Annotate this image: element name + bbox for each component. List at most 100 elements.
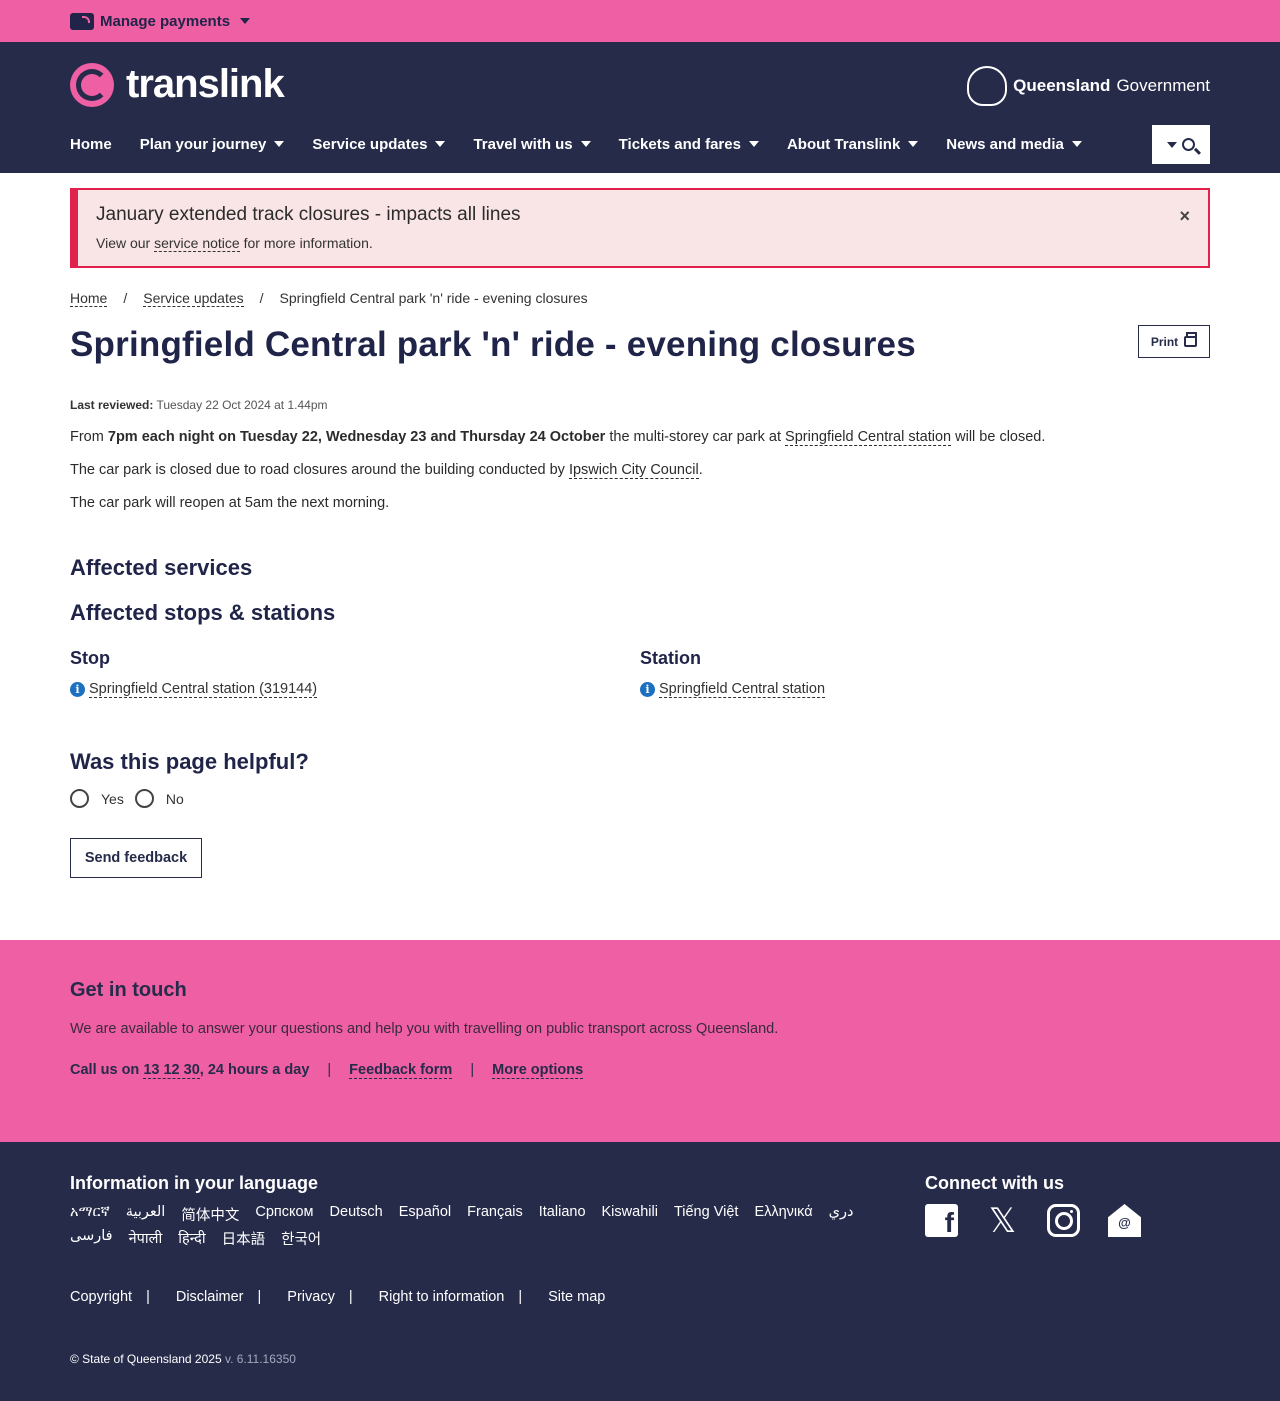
footer-link-site-map[interactable]: Site map xyxy=(548,1289,605,1305)
language-link[interactable]: العربية xyxy=(126,1204,166,1225)
stop-heading: Stop xyxy=(70,648,110,668)
language-link[interactable]: Kiswahili xyxy=(602,1204,658,1225)
nav-item-plan-your-journey[interactable]: Plan your journey xyxy=(140,136,285,153)
feedback-form-link[interactable]: Feedback form xyxy=(349,1062,453,1079)
p2-end: . xyxy=(698,462,703,478)
stop-item: i Springfield Central station (319144) xyxy=(70,681,640,698)
nav-item-about-translink[interactable]: About Translink xyxy=(787,136,919,153)
alert-body-prefix: View our xyxy=(96,235,151,251)
nav-item-news-and-media[interactable]: News and media xyxy=(946,136,1082,153)
springfield-central-station-link[interactable]: Springfield Central station xyxy=(785,429,952,446)
more-options-link[interactable]: More options xyxy=(492,1062,584,1079)
footer-link-privacy[interactable]: Privacy xyxy=(287,1289,335,1305)
site-footer: Information in your language አማርኛ العربية… xyxy=(0,1142,1280,1401)
last-reviewed: Last reviewed: Tuesday 22 Oct 2024 at 1.… xyxy=(70,398,1210,412)
no-radio[interactable] xyxy=(134,789,154,808)
footer-link-disclaimer[interactable]: Disclaimer xyxy=(176,1289,244,1305)
printer-icon xyxy=(1184,332,1198,347)
separator: | xyxy=(327,1062,332,1078)
service-notice-link[interactable]: service notice xyxy=(154,235,240,252)
get-in-touch-text: We are available to answer your question… xyxy=(70,1021,779,1037)
email-icon[interactable]: @ xyxy=(1108,1204,1141,1237)
station-link[interactable]: Springfield Central station xyxy=(659,681,826,698)
contact-links: Call us on 13 12 30, 24 hours a day | Fe… xyxy=(70,1062,1210,1079)
ipswich-city-council-link[interactable]: Ipswich City Council xyxy=(568,462,699,479)
language-link[interactable]: नेपाली xyxy=(129,1228,163,1249)
info-icon[interactable]: i xyxy=(70,682,85,697)
last-reviewed-value: Tuesday 22 Oct 2024 at 1.44pm xyxy=(156,398,328,412)
footer-link-right-to-information[interactable]: Right to information xyxy=(379,1289,505,1305)
last-reviewed-label: Last reviewed: xyxy=(70,398,154,412)
language-link[interactable]: हिन्दी xyxy=(178,1228,205,1249)
stop-link[interactable]: Springfield Central station (319144) xyxy=(89,681,318,698)
search-button[interactable] xyxy=(1152,125,1210,164)
breadcrumb-separator: / xyxy=(123,290,128,306)
nav-item-tickets-and-fares[interactable]: Tickets and fares xyxy=(619,136,759,153)
send-feedback-button[interactable]: Send feedback xyxy=(70,838,202,878)
x-twitter-icon[interactable]: 𝕏 xyxy=(986,1201,1019,1241)
facebook-icon[interactable]: f xyxy=(925,1204,958,1237)
language-link[interactable]: Italiano xyxy=(539,1204,586,1225)
main-content: January extended track closures - impact… xyxy=(70,188,1210,878)
language-link[interactable]: Tiếng Việt xyxy=(674,1204,739,1225)
p1-mid: the multi-storey car park at xyxy=(609,429,782,445)
stop-column: Stop i Springfield Central station (3191… xyxy=(70,648,640,698)
copyright-text: © State of Queensland 2025 xyxy=(70,1352,222,1366)
service-alert: January extended track closures - impact… xyxy=(70,188,1210,268)
nav-item-service-updates[interactable]: Service updates xyxy=(312,136,446,153)
connect-heading: Connect with us xyxy=(925,1173,1064,1193)
language-link[interactable]: 简体中文 xyxy=(181,1204,239,1225)
language-link[interactable]: دري xyxy=(829,1204,854,1225)
nav-item-travel-with-us[interactable]: Travel with us xyxy=(473,136,591,153)
breadcrumb-service-updates[interactable]: Service updates xyxy=(143,290,244,307)
close-icon[interactable]: × xyxy=(1179,206,1190,227)
language-heading: Information in your language xyxy=(70,1173,319,1193)
language-link[interactable]: Deutsch xyxy=(330,1204,383,1225)
station-heading: Station xyxy=(640,648,701,668)
go-card-icon xyxy=(70,12,94,30)
version-text: v. 6.11.16350 xyxy=(224,1352,296,1366)
language-link[interactable]: አማርኛ xyxy=(70,1204,110,1225)
breadcrumb-separator: / xyxy=(259,290,264,306)
chevron-down-icon xyxy=(240,18,251,24)
phone-link[interactable]: 13 12 30 xyxy=(143,1062,200,1079)
language-link[interactable]: Español xyxy=(399,1204,451,1225)
logo-text: translink xyxy=(126,62,285,106)
paragraph-reopen: The car park will reopen at 5am the next… xyxy=(70,495,390,511)
yes-label[interactable]: Yes xyxy=(101,791,124,807)
social-links: f 𝕏 @ xyxy=(925,1201,1141,1241)
p1-from: From xyxy=(70,429,104,445)
breadcrumb-home[interactable]: Home xyxy=(70,290,108,307)
info-icon[interactable]: i xyxy=(640,682,655,697)
breadcrumb-current: Springfield Central park 'n' ride - even… xyxy=(279,290,588,306)
site-header: translink Queensland Government Home Plan… xyxy=(0,42,1280,173)
page-title: Springfield Central park 'n' ride - even… xyxy=(70,325,916,364)
chevron-down-icon xyxy=(580,141,591,147)
print-button[interactable]: Print xyxy=(1138,325,1210,358)
yes-radio[interactable] xyxy=(70,789,89,808)
language-link[interactable]: Српском xyxy=(255,1204,313,1225)
alert-body: View our service notice for more informa… xyxy=(96,235,1208,252)
call-prefix: Call us on xyxy=(70,1062,140,1078)
manage-payments-label: Manage payments xyxy=(100,12,231,30)
instagram-icon[interactable] xyxy=(1047,1204,1080,1237)
footer-links: Copyright | Disclaimer | Privacy | Right to in… xyxy=(70,1289,605,1305)
manage-payments-menu[interactable]: Manage payments xyxy=(70,12,251,30)
footer-link-copyright[interactable]: Copyright xyxy=(70,1289,132,1305)
nav-item-home[interactable]: Home xyxy=(70,136,112,153)
nav-item-label: Home xyxy=(70,135,112,153)
no-label[interactable]: No xyxy=(166,791,184,807)
copyright: © State of Queensland 2025 v. 6.11.16350 xyxy=(70,1352,296,1366)
language-link[interactable]: Ελληνικά xyxy=(754,1204,812,1225)
paragraph-reason: The car park is closed due to road closu… xyxy=(70,462,1210,479)
language-link[interactable]: 한국어 xyxy=(281,1228,321,1249)
station-column: Station i Springfield Central station xyxy=(640,648,1210,698)
language-link[interactable]: 日本語 xyxy=(222,1228,266,1249)
translink-logo[interactable]: translink xyxy=(70,62,285,107)
nav-item-label: Tickets and fares xyxy=(618,135,741,153)
queensland-government-logo[interactable]: Queensland Government xyxy=(967,66,1210,106)
language-link[interactable]: Français xyxy=(467,1204,523,1225)
alert-title: January extended track closures - impact… xyxy=(96,204,521,225)
translink-logo-icon xyxy=(70,62,114,107)
language-link[interactable]: فارسی xyxy=(70,1228,113,1249)
